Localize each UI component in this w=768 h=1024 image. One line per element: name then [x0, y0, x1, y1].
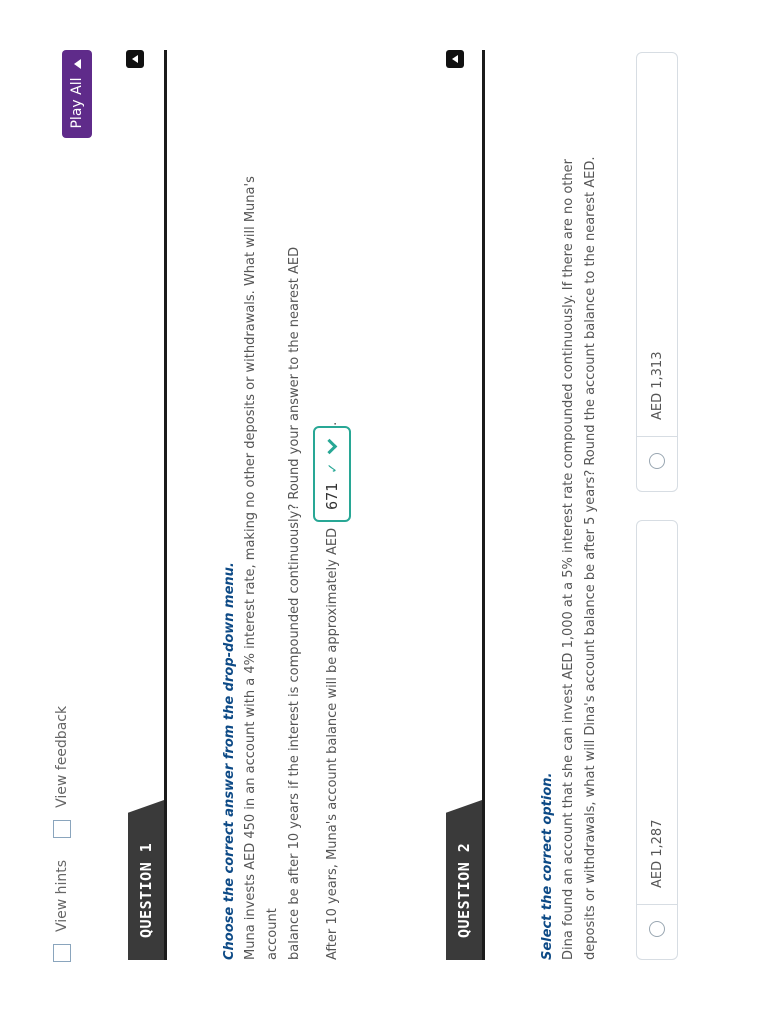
question-1-text-line-2: balance be after 10 years if the interes…: [287, 246, 302, 960]
question-1-text: Muna invests AED 450 in an account with …: [240, 130, 306, 960]
play-all-button[interactable]: Play All: [62, 50, 92, 138]
question-1-collapse-button[interactable]: [126, 50, 144, 68]
option-divider: [636, 904, 678, 905]
question-2-instruction: Select the correct option.: [540, 772, 555, 960]
question-1-divider: [164, 50, 167, 960]
question-2-tag: QUESTION 2: [446, 800, 482, 960]
view-hints-label: View hints: [54, 859, 70, 932]
option-aed-1287[interactable]: AED 1,287: [636, 520, 678, 960]
play-icon: [73, 59, 81, 70]
play-all-label: Play All: [69, 77, 85, 129]
option-label: AED 1,313: [649, 351, 665, 420]
question-1-answer-suffix: .: [324, 421, 340, 426]
radio-button[interactable]: [649, 453, 665, 469]
toolbar: View hints View feedback: [44, 696, 80, 962]
question-1-text-line-1: Muna invests AED 450 in an account with …: [243, 176, 280, 960]
correct-check-icon: ✓: [323, 463, 341, 473]
view-hints-checkbox[interactable]: [53, 944, 71, 962]
question-1-tag: QUESTION 1: [128, 800, 164, 960]
question-1-answer-prefix: After 10 years, Muna's account balance w…: [324, 527, 340, 960]
question-2-text-line-2: deposits or withdrawals, what will Dina'…: [583, 156, 598, 961]
option-label: AED 1,287: [649, 819, 665, 888]
question-2-divider: [482, 50, 485, 960]
option-divider: [636, 436, 678, 437]
answer-dropdown[interactable]: 671 ✓: [313, 425, 351, 522]
question-2-text-line-1: Dina found an account that she can inves…: [561, 159, 576, 960]
question-1-instruction: Choose the correct answer from the drop-…: [222, 562, 237, 960]
collapse-arrow-icon: [452, 55, 458, 63]
dropdown-value: 671: [323, 482, 341, 510]
chevron-down-icon: [321, 438, 338, 455]
question-2-collapse-button[interactable]: [446, 50, 464, 68]
question-2-text: Dina found an account that she can inves…: [558, 130, 602, 961]
worksheet: View hints View feedback Play All QUESTI…: [0, 0, 768, 1024]
question-1-answer-line: After 10 years, Muna's account balance w…: [310, 422, 354, 960]
view-feedback-label: View feedback: [54, 705, 70, 808]
collapse-arrow-icon: [132, 55, 138, 63]
radio-button[interactable]: [649, 921, 665, 937]
option-aed-1313[interactable]: AED 1,313: [636, 52, 678, 492]
view-feedback-checkbox[interactable]: [53, 819, 71, 838]
